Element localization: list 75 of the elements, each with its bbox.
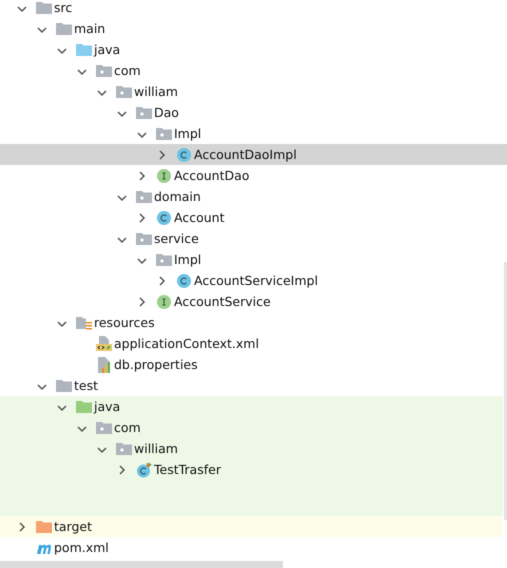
folder-icon — [76, 398, 92, 414]
item-label: com — [114, 420, 141, 436]
tree-item[interactable]: com — [0, 60, 507, 81]
package-icon — [116, 440, 132, 456]
package-icon — [156, 252, 172, 268]
package-icon — [136, 230, 152, 246]
tree-item[interactable]: TestTrasfer — [0, 459, 503, 480]
item-label: java — [94, 42, 120, 58]
class-icon — [176, 272, 192, 288]
tree-item[interactable]: target — [0, 516, 503, 537]
item-label: TestTrasfer — [154, 462, 221, 478]
item-label: AccountDaoImpl — [194, 146, 297, 162]
package-icon — [156, 126, 172, 142]
tree-item[interactable]: test — [0, 375, 507, 396]
package-icon — [136, 188, 152, 204]
item-label: AccountDao — [174, 168, 250, 184]
tree-item[interactable]: domain — [0, 186, 507, 207]
tree-item[interactable]: resources — [0, 312, 507, 333]
horizontal-scrollbar[interactable] — [0, 561, 283, 568]
folder-icon — [56, 20, 72, 36]
item-label: Dao — [154, 104, 179, 120]
tree-item[interactable]: src — [0, 0, 507, 18]
interface-icon — [156, 168, 172, 184]
tree-item[interactable]: pom.xml — [0, 537, 507, 558]
package-icon — [136, 104, 152, 120]
item-label: resources — [94, 314, 155, 330]
item-label: applicationContext.xml — [114, 336, 259, 352]
item-label: domain — [154, 188, 201, 204]
interface-icon — [156, 294, 172, 310]
tree-item[interactable]: java — [0, 396, 503, 417]
tree-item[interactable]: AccountServiceImpl — [0, 270, 507, 291]
item-label: AccountService — [174, 294, 271, 310]
folder-icon — [36, 518, 52, 534]
item-label: db.properties — [114, 356, 198, 372]
class-icon — [176, 146, 192, 162]
item-label: test — [74, 378, 98, 394]
class-icon — [156, 210, 172, 226]
test-class-icon — [136, 462, 152, 478]
item-label: main — [74, 20, 106, 36]
properties-file-icon — [96, 356, 112, 372]
package-icon — [116, 84, 132, 100]
tree-item[interactable]: applicationContext.xml — [0, 333, 507, 354]
folder-icon — [76, 42, 92, 58]
tree-item[interactable]: Impl — [0, 249, 507, 270]
item-label: target — [54, 518, 92, 534]
package-icon — [96, 62, 112, 78]
item-label: Impl — [174, 126, 202, 142]
tree-item[interactable]: AccountDaoImpl — [0, 144, 507, 165]
item-label: java — [94, 398, 120, 414]
item-label: Impl — [174, 252, 202, 268]
item-label: service — [154, 230, 199, 246]
item-label: src — [54, 0, 72, 16]
tree-item[interactable]: william — [0, 81, 507, 102]
tree-item[interactable]: com — [0, 417, 503, 438]
tree-item[interactable]: AccountService — [0, 291, 507, 312]
xml-file-icon — [96, 336, 112, 352]
item-label: william — [134, 84, 178, 100]
tree-item[interactable]: service — [0, 228, 507, 249]
item-label: pom.xml — [54, 540, 109, 556]
tree-item[interactable]: main — [0, 18, 507, 39]
tree-item[interactable]: Account — [0, 207, 507, 228]
item-label: Account — [174, 210, 224, 226]
folder-icon — [56, 378, 72, 394]
tree-item[interactable]: db.properties — [0, 354, 507, 375]
tree-item[interactable]: Dao — [0, 102, 507, 123]
item-label: com — [114, 62, 141, 78]
tree-item[interactable]: java — [0, 39, 507, 60]
resources-folder-icon — [76, 314, 92, 330]
item-label: william — [134, 440, 178, 456]
tree-item[interactable]: AccountDao — [0, 165, 507, 186]
tree-item[interactable]: william — [0, 438, 503, 459]
package-icon — [96, 420, 112, 436]
tree-item[interactable]: Impl — [0, 123, 507, 144]
folder-icon — [36, 0, 52, 16]
item-label: AccountServiceImpl — [194, 272, 318, 288]
